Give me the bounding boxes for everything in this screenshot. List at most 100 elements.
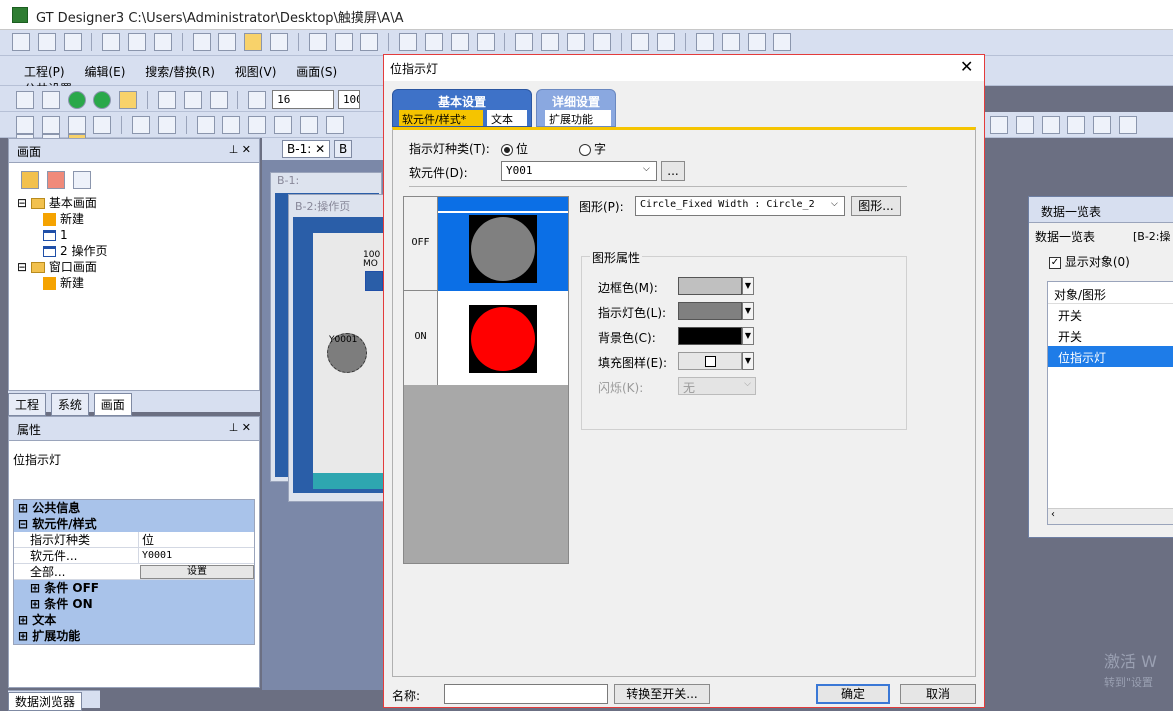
- new-file-icon[interactable]: [12, 33, 30, 51]
- prop-row-type[interactable]: 指示灯种类 位: [14, 532, 254, 548]
- prop-cond-on[interactable]: ⊞ 条件 ON: [14, 596, 254, 612]
- screen-window-b2[interactable]: B-2:操作页 100 MO Y0001: [288, 194, 389, 502]
- copy-icon[interactable]: [128, 33, 147, 51]
- paste-icon[interactable]: [153, 33, 172, 51]
- subtab-text[interactable]: 文本: [487, 110, 527, 126]
- state-on-preview[interactable]: [438, 291, 568, 385]
- lamp-color-swatch[interactable]: [678, 302, 742, 320]
- line-style-icon[interactable]: [157, 90, 176, 109]
- book-icon[interactable]: [424, 33, 443, 51]
- screen-window-icon[interactable]: [334, 33, 353, 51]
- asc-icon[interactable]: [990, 116, 1008, 134]
- transfer-out-icon[interactable]: [721, 33, 740, 51]
- tree-base-item-2[interactable]: 2 操作页: [17, 243, 251, 259]
- state-off-row[interactable]: OFF: [404, 197, 438, 291]
- screen-prop-icon[interactable]: [72, 171, 91, 189]
- frame-color-dropdown-icon[interactable]: ▼: [742, 277, 754, 295]
- screen-props-icon[interactable]: [360, 33, 379, 51]
- flip-icon[interactable]: [274, 116, 293, 134]
- tab-basic-settings[interactable]: 基本设置 软元件/样式* 文本: [392, 89, 532, 127]
- state-on-row[interactable]: ON: [404, 291, 438, 385]
- delete-screen-icon[interactable]: [46, 171, 65, 189]
- undo-icon[interactable]: [192, 33, 211, 51]
- speech-icon[interactable]: [1041, 116, 1060, 134]
- transfer-in-icon[interactable]: [695, 33, 714, 51]
- name-input[interactable]: [444, 684, 608, 704]
- distribute-v-icon[interactable]: [157, 116, 176, 134]
- prop-row-all[interactable]: 全部... 设置: [14, 564, 254, 580]
- set-all-button[interactable]: 设置: [140, 565, 254, 579]
- font-size-select[interactable]: 16: [272, 90, 335, 109]
- tab-data-browser[interactable]: 数据浏览器: [8, 692, 83, 711]
- paint-bucket-icon[interactable]: [209, 90, 228, 109]
- ok-button[interactable]: 确定: [816, 684, 890, 704]
- menu-screen[interactable]: 画面(S): [296, 63, 337, 80]
- data-icon[interactable]: [450, 33, 469, 51]
- group-icon[interactable]: [541, 33, 560, 51]
- convert-to-switch-button[interactable]: 转换至开关...: [614, 684, 710, 704]
- shape-dropdown-icon[interactable]: ⌵: [831, 199, 838, 209]
- state-off-preview[interactable]: [438, 197, 568, 291]
- cancel-button[interactable]: 取消: [900, 684, 976, 704]
- menu-view[interactable]: 视图(V): [235, 63, 277, 80]
- save-icon[interactable]: [63, 33, 82, 51]
- lamp-color-dropdown-icon[interactable]: ▼: [742, 302, 754, 320]
- tab-screen[interactable]: 画面: [93, 393, 132, 416]
- subtab-extension[interactable]: 扩展功能: [545, 110, 611, 126]
- canvas-switch-object[interactable]: [365, 271, 383, 291]
- frame-color-swatch[interactable]: [678, 277, 742, 295]
- tab-detail-settings[interactable]: 详细设置 扩展功能: [536, 89, 616, 127]
- lamp-type-word-radio[interactable]: 字: [579, 140, 606, 157]
- shape-browse-button[interactable]: 图形...: [851, 196, 901, 216]
- tab-project[interactable]: 工程: [8, 393, 47, 416]
- editor-tab-b1[interactable]: B-1: ✕: [282, 140, 331, 158]
- tab-system[interactable]: 系统: [50, 393, 89, 416]
- ladder-icon[interactable]: [299, 116, 318, 134]
- add-object-icon[interactable]: [16, 90, 34, 109]
- bg-color-dropdown-icon[interactable]: ▼: [742, 327, 754, 345]
- arrange-icon[interactable]: [515, 33, 534, 51]
- object-props-icon[interactable]: [41, 90, 60, 109]
- prop-cat-ext[interactable]: ⊞ 扩展功能: [14, 628, 254, 644]
- tree-window-new[interactable]: 新建: [17, 275, 251, 291]
- pointer-icon[interactable]: [244, 33, 263, 51]
- prop-row-device[interactable]: 软元件... Y0001: [14, 548, 254, 564]
- tree-base-folder[interactable]: ⊟ 基本画面: [17, 195, 251, 211]
- subtab-device-style[interactable]: 软元件/样式*: [399, 110, 483, 126]
- align-top-icon[interactable]: [93, 116, 112, 134]
- align-right-icon[interactable]: [67, 116, 86, 134]
- object-list-item[interactable]: 开关: [1048, 325, 1173, 346]
- lamp-type-bit-radio[interactable]: 位: [501, 140, 528, 157]
- prop-cat-device[interactable]: ⊟ 软元件/样式: [14, 516, 254, 532]
- shape-select[interactable]: Circle_Fixed Width : Circle_2: [635, 196, 845, 216]
- fill-pattern-dropdown-icon[interactable]: ▼: [742, 352, 754, 370]
- fill-pattern-select[interactable]: [678, 352, 742, 370]
- screen-icon[interactable]: [308, 33, 327, 51]
- device-browse-button[interactable]: ...: [661, 161, 685, 181]
- align-center-icon[interactable]: [41, 116, 60, 134]
- layer-icon[interactable]: [566, 33, 585, 51]
- flip-v-icon[interactable]: [248, 116, 267, 134]
- object-list-scrollbar[interactable]: ‹: [1048, 508, 1173, 524]
- zoom-select[interactable]: 100: [337, 90, 360, 109]
- tree-base-new[interactable]: 新建: [17, 211, 251, 227]
- menu-project[interactable]: 工程(P): [24, 63, 65, 80]
- keyboard-icon[interactable]: [631, 33, 650, 51]
- cut-icon[interactable]: [102, 33, 121, 51]
- tree-window-folder[interactable]: ⊟ 窗口画面: [17, 259, 251, 275]
- tree-base-item-1[interactable]: 1: [17, 227, 251, 243]
- tools-icon[interactable]: [773, 33, 792, 51]
- search-user-icon[interactable]: [1067, 116, 1086, 134]
- prop-cat-common[interactable]: ⊞ 公共信息: [14, 500, 254, 516]
- menu-edit[interactable]: 编辑(E): [84, 63, 125, 80]
- forward-icon[interactable]: [93, 90, 112, 109]
- prop-cat-text[interactable]: ⊞ 文本: [14, 612, 254, 628]
- library-icon[interactable]: [399, 33, 418, 51]
- screen-preview-icon[interactable]: [119, 90, 138, 109]
- help-icon[interactable]: [270, 33, 289, 51]
- object-list-item[interactable]: 开关: [1048, 304, 1173, 325]
- object-list-item-selected[interactable]: 位指示灯: [1048, 346, 1173, 367]
- text-tool-icon[interactable]: [325, 116, 344, 134]
- monitor-icon[interactable]: [747, 33, 766, 51]
- pin-close-icon[interactable]: ⊥ ✕: [229, 143, 251, 156]
